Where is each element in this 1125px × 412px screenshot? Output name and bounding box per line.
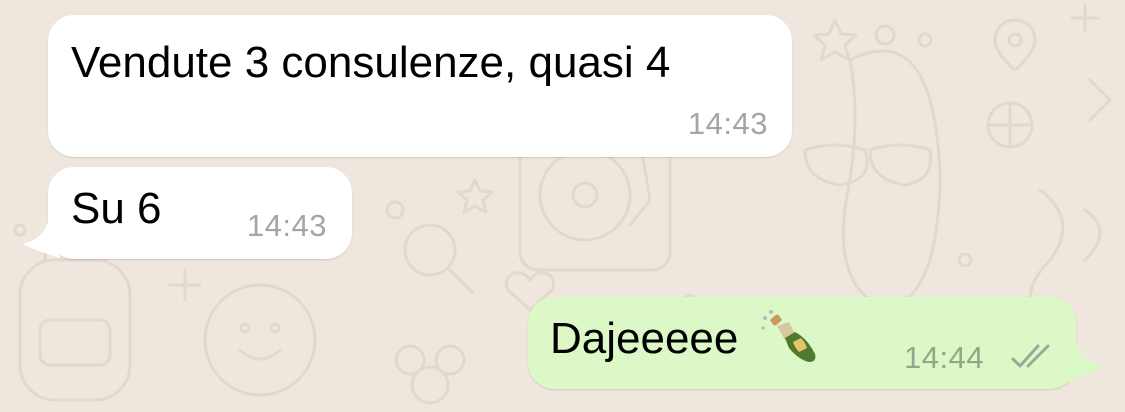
- message-timestamp: 14:44: [904, 340, 985, 375]
- outgoing-bubble-tail: [1066, 344, 1104, 382]
- champagne-bottle-icon: [761, 310, 816, 363]
- message-timestamp: 14:43: [246, 208, 327, 243]
- incoming-bubble-tail: [22, 222, 60, 258]
- message-text: Vendute 3 consulenze, quasi 4: [71, 38, 671, 87]
- read-double-check-icon: [1011, 344, 1050, 368]
- message-text: Su 6: [71, 184, 162, 233]
- incoming-message-bubble[interactable]: Su 6 14:43: [48, 167, 352, 259]
- outgoing-message-bubble[interactable]: Dajeeeee 14:44: [528, 297, 1076, 389]
- incoming-message-bubble[interactable]: Vendute 3 consulenze, quasi 4 14:43: [48, 15, 792, 157]
- message-timestamp: 14:43: [687, 106, 768, 141]
- message-text: Dajeeeee: [550, 310, 819, 364]
- message-text-content: Dajeeeee: [550, 314, 739, 363]
